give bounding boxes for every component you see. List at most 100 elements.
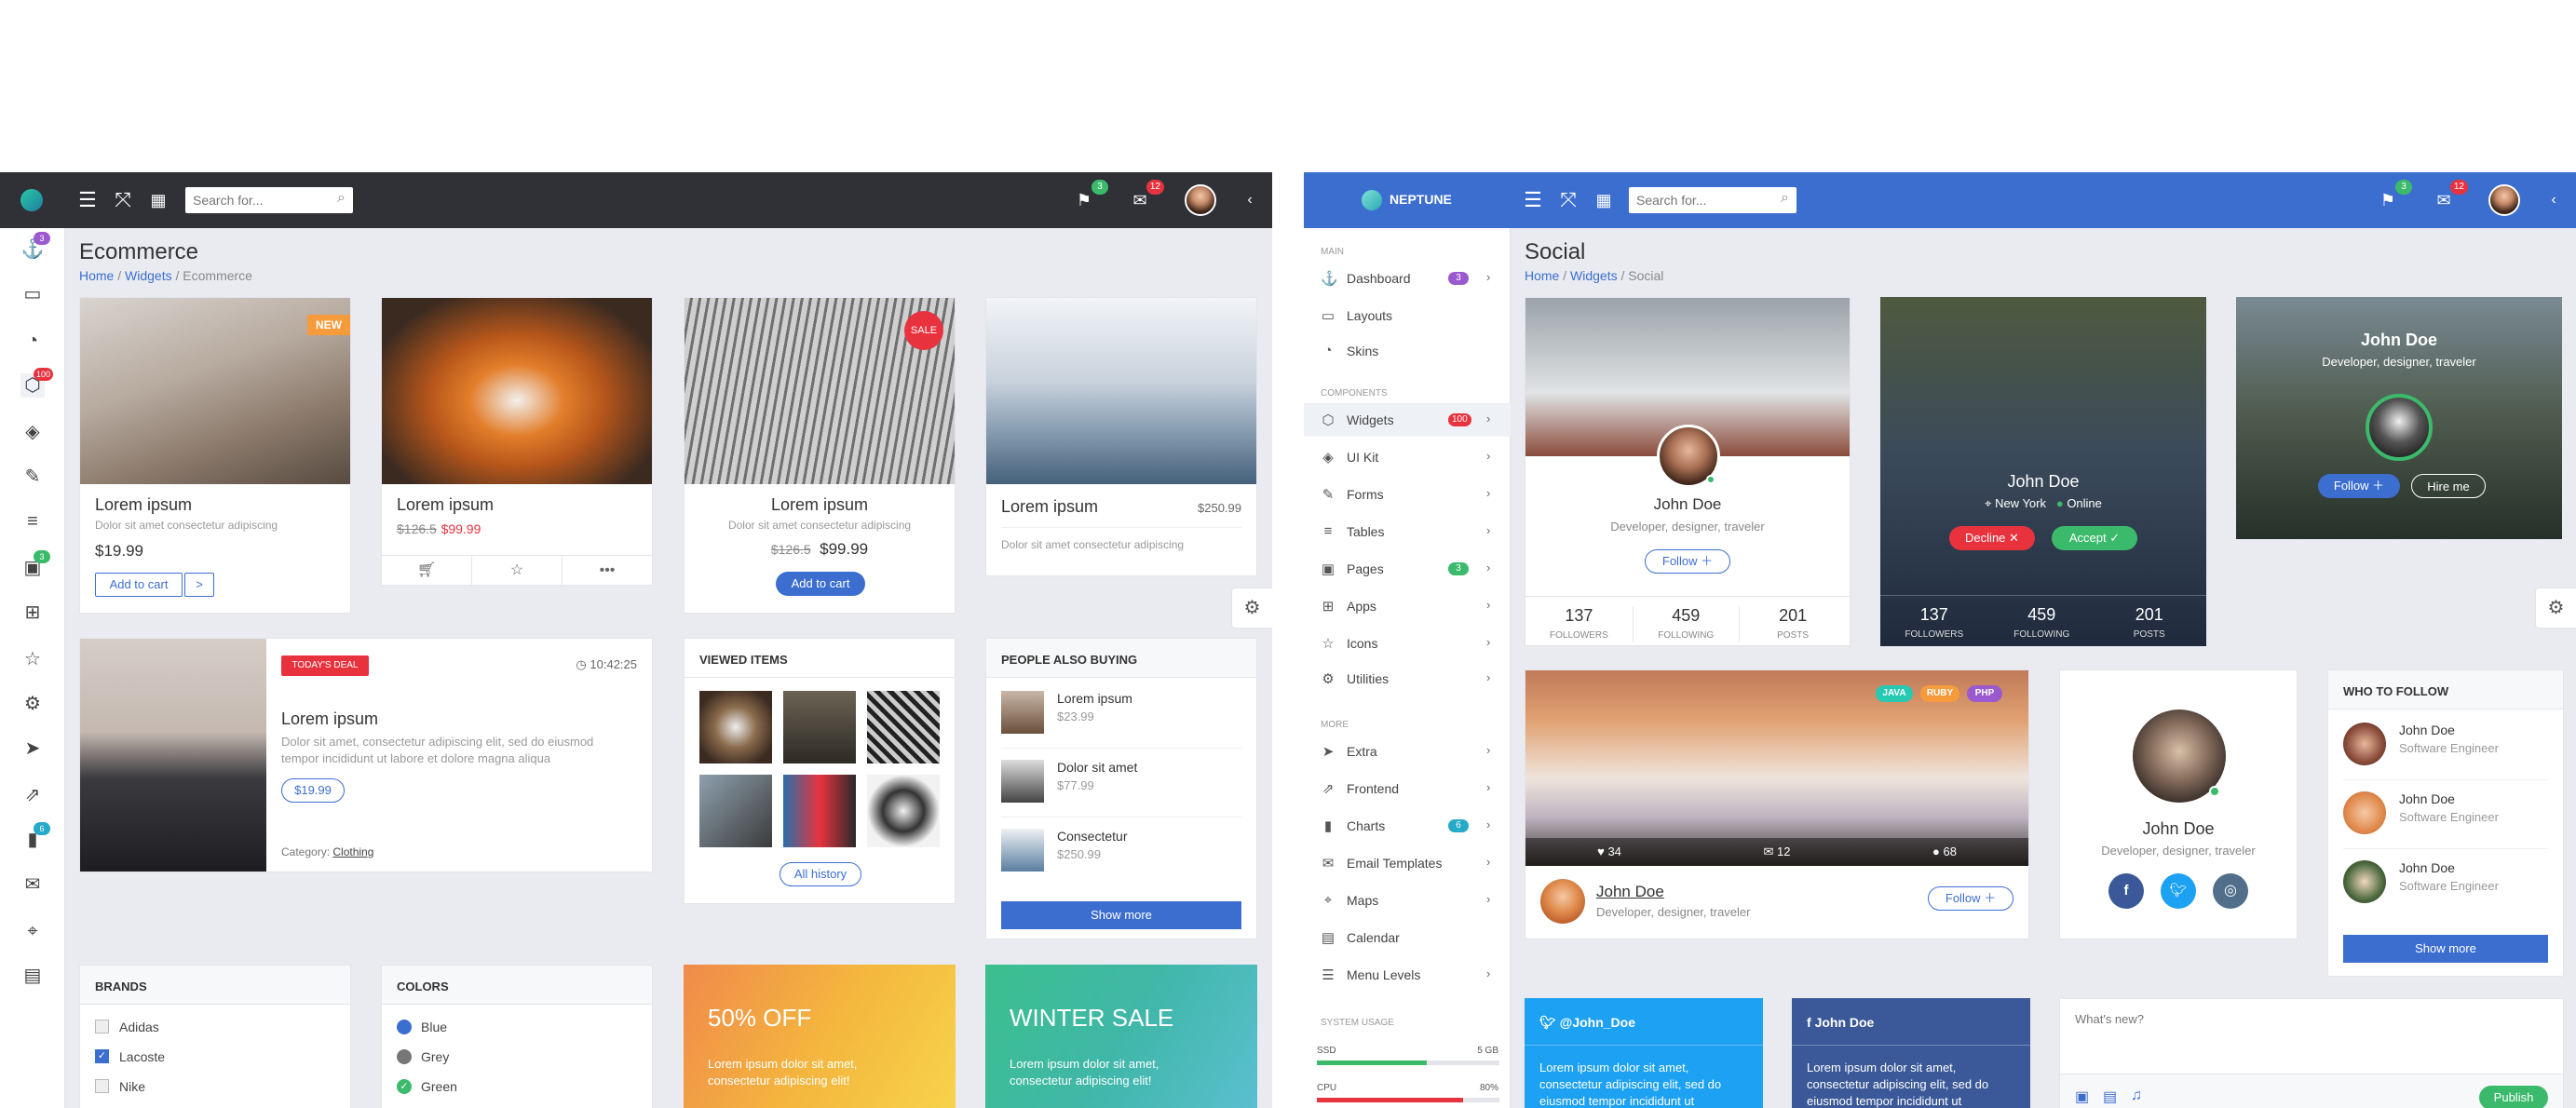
cursor-icon[interactable]: ➤ (20, 736, 45, 761)
image-icon[interactable]: ▣ 3 (20, 550, 50, 580)
show-more-button[interactable]: Show more (2343, 935, 2548, 963)
sidebar-item-widgets[interactable]: ⬡ Widgets 100 › (1304, 403, 1511, 437)
edit-icon[interactable]: ✎ (20, 465, 45, 489)
facebook-icon[interactable]: f (2108, 873, 2144, 909)
list-item[interactable]: Consectetur $250.99 (1001, 817, 1241, 886)
follow-button[interactable]: Follow ＋ (2318, 474, 2400, 498)
facebook-handle[interactable]: John Doe (1815, 1015, 1875, 1030)
breadcrumb-home[interactable]: Home (79, 268, 114, 283)
star-icon[interactable]: ☆ (20, 647, 45, 671)
cube-icon[interactable]: ⬡ 100 (20, 368, 54, 398)
product-arrow-button[interactable]: > (184, 573, 214, 597)
tag-java[interactable]: JAVA (1876, 685, 1913, 702)
profile-name[interactable]: John Doe (2060, 819, 2297, 839)
fullscreen-icon[interactable]: ⤧ (110, 187, 136, 213)
follow-button[interactable]: Follow ＋ (1645, 549, 1730, 574)
breadcrumb-widgets[interactable]: Widgets (125, 268, 172, 283)
composer-input[interactable] (2060, 999, 2563, 1074)
chart-icon[interactable]: ▮ 6 (20, 822, 50, 852)
deal-price-button[interactable]: $19.99 (281, 778, 345, 803)
sidebar-item-ui-kit[interactable]: ◈ UI Kit › (1304, 440, 1511, 474)
product-name[interactable]: Lorem ipsum (397, 495, 494, 515)
flag-icon[interactable]: ⚑ 3 (1071, 180, 1108, 213)
viewed-thumb[interactable] (867, 691, 940, 763)
profile-name[interactable]: John Doe (1525, 495, 1850, 514)
list-item[interactable]: Dolor sit amet $77.99 (1001, 749, 1241, 817)
accept-button[interactable]: Accept ✓ (2052, 526, 2137, 550)
profile-name[interactable]: John Doe (1880, 472, 2206, 492)
search-input[interactable] (185, 193, 325, 208)
anchor-icon[interactable]: ⚓ 3 (20, 232, 50, 262)
color-swatch-green[interactable]: ✓ (397, 1079, 412, 1094)
product-image[interactable] (986, 298, 1256, 484)
logo[interactable] (20, 189, 43, 211)
list-item[interactable]: Lorem ipsum $23.99 (1001, 680, 1241, 749)
user-avatar[interactable] (1185, 184, 1216, 216)
menu-icon[interactable]: ☰ (1520, 187, 1546, 213)
external-link-icon[interactable]: ⇗ (20, 783, 45, 807)
author-name[interactable]: John Doe (1596, 883, 1664, 901)
author-avatar[interactable] (1540, 879, 1585, 924)
apps-grid-icon[interactable]: ▦ (1591, 187, 1617, 213)
deal-name[interactable]: Lorem ipsum (281, 709, 378, 729)
image-icon[interactable]: ▣ (2075, 1088, 2089, 1106)
tag-php[interactable]: PHP (1967, 685, 2002, 702)
all-history-button[interactable]: All history (780, 862, 861, 886)
hire-me-button[interactable]: Hire me (2411, 474, 2486, 498)
color-swatch-grey[interactable] (397, 1049, 412, 1064)
instagram-icon[interactable]: ◎ (2213, 873, 2248, 909)
viewed-thumb[interactable] (699, 691, 772, 763)
paint-bucket-icon[interactable]: ◈ (20, 420, 45, 444)
gear-icon[interactable]: ⚙ (20, 692, 45, 716)
sidebar-item-layouts[interactable]: ▭ Layouts (1304, 299, 1511, 332)
decline-button[interactable]: Decline ✕ (1949, 526, 2035, 550)
sidebar-item-menu-levels[interactable]: ☰ Menu Levels › (1304, 958, 1511, 992)
brand-name[interactable]: NEPTUNE (1390, 192, 1452, 207)
palette-icon[interactable]: ◔ (20, 329, 45, 353)
calendar-icon[interactable]: ▤ (20, 964, 45, 988)
deal-image[interactable] (80, 639, 266, 872)
flag-icon[interactable]: ⚑ 3 (2375, 180, 2412, 213)
media-icon[interactable]: ▤ (2103, 1088, 2117, 1106)
mail-icon[interactable]: ✉ 12 (2431, 180, 2468, 213)
viewed-thumb[interactable] (867, 775, 940, 847)
search-input[interactable] (1629, 193, 1769, 208)
sidebar-item-icons[interactable]: ☆ Icons › (1304, 627, 1511, 660)
product-name[interactable]: Lorem ipsum (95, 495, 192, 515)
list-item[interactable]: John Doe Software Engineer (2343, 849, 2548, 918)
fullscreen-icon[interactable]: ⤧ (1555, 187, 1581, 213)
brand-checkbox[interactable] (95, 1020, 109, 1034)
product-name[interactable]: Lorem ipsum (685, 495, 955, 515)
collapse-arrow-icon[interactable]: ‹ (2541, 187, 2567, 213)
follow-button[interactable]: Follow ＋ (1928, 886, 2013, 911)
viewed-thumb[interactable] (783, 775, 856, 847)
sidebar-item-extra[interactable]: ➤ Extra › (1304, 735, 1511, 768)
promo-card[interactable]: WINTER SALE Lorem ipsum dolor sit amet, … (985, 965, 1257, 1108)
profile-avatar[interactable] (2366, 394, 2433, 461)
user-avatar[interactable] (2488, 184, 2520, 216)
sidebar-item-tables[interactable]: ≡ Tables › (1304, 515, 1511, 548)
likes[interactable]: ♥ 34 (1525, 838, 1693, 866)
sidebar-item-skins[interactable]: ◔ Skins (1304, 334, 1511, 368)
map-pin-icon[interactable]: ⌖ (20, 919, 45, 943)
twitter-handle[interactable]: @John_Doe (1560, 1015, 1635, 1030)
sidebar-item-utilities[interactable]: ⚙ Utilities › (1304, 662, 1511, 696)
folder-icon[interactable]: ▭ (20, 282, 45, 306)
comments[interactable]: ✉ 12 (1693, 838, 1861, 866)
sidebar-item-email-templates[interactable]: ✉ Email Templates › (1304, 846, 1511, 880)
promo-card[interactable]: 50% OFF Lorem ipsum dolor sit amet, cons… (684, 965, 956, 1108)
star-icon[interactable]: ☆ (472, 556, 563, 587)
mail-icon[interactable]: ✉ 12 (1127, 180, 1164, 213)
twitter-icon[interactable]: 🐦︎ (2161, 873, 2196, 909)
sidebar-item-charts[interactable]: ▮ Charts 6 › (1304, 809, 1511, 843)
color-swatch-blue[interactable] (397, 1020, 412, 1034)
cart-icon[interactable]: 🛒︎ (382, 556, 472, 587)
settings-gear-icon[interactable]: ⚙ (1231, 588, 1272, 628)
sidebar-item-forms[interactable]: ✎ Forms › (1304, 478, 1511, 511)
sidebar-item-apps[interactable]: ⊞ Apps › (1304, 589, 1511, 623)
logo-icon[interactable] (1362, 190, 1382, 210)
product-image[interactable] (382, 298, 652, 484)
music-icon[interactable]: ♫ (2131, 1088, 2142, 1104)
product-name[interactable]: Lorem ipsum (1001, 497, 1098, 517)
profile-name[interactable]: John Doe (2236, 331, 2562, 350)
